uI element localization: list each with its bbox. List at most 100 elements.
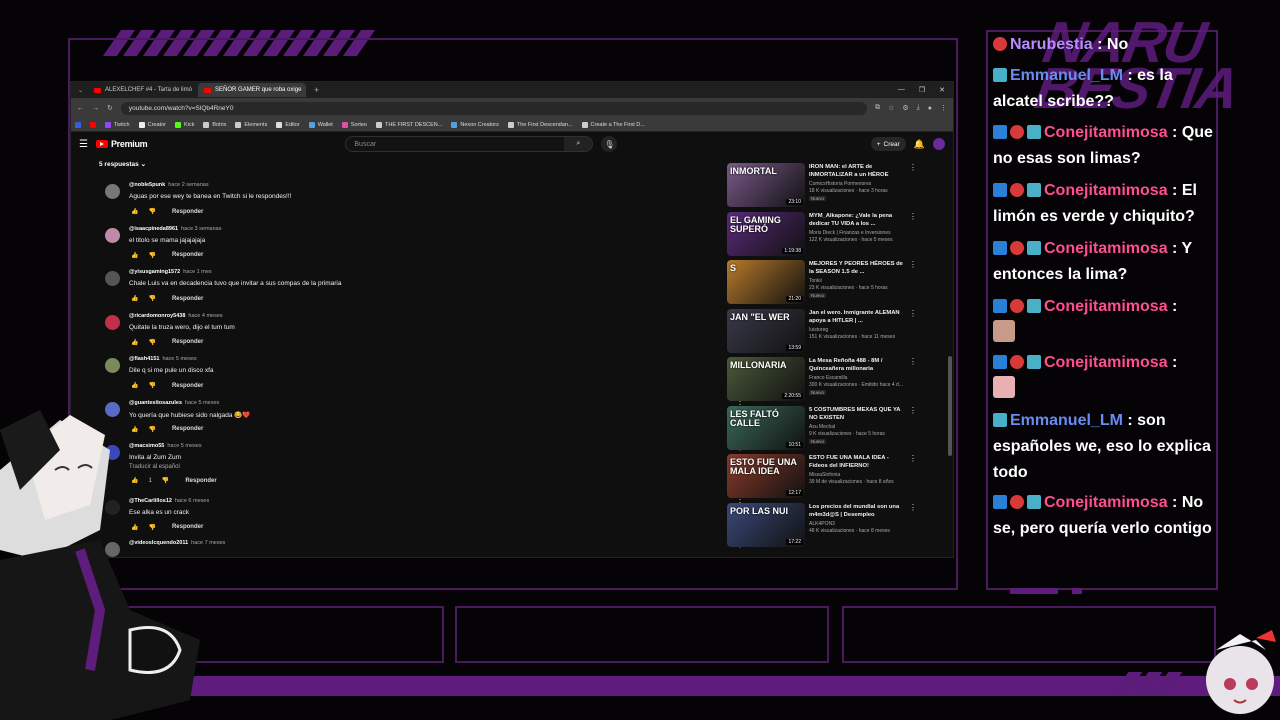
video-title[interactable]: MYM_Alkapone: ¿Vale la pena dedicar TU V…	[809, 212, 905, 228]
thumbs-down-icon[interactable]: 👎	[148, 295, 155, 302]
bookmark-item[interactable]: Creator	[138, 121, 166, 128]
thumbs-down-icon[interactable]: 👎	[148, 382, 155, 389]
bookmark-item[interactable]: Twitch	[105, 121, 130, 128]
thumbs-up-icon[interactable]: 👍	[131, 208, 138, 215]
avatar[interactable]	[105, 314, 120, 330]
channel-name[interactable]: Asu Mechal	[809, 424, 835, 430]
comment-username[interactable]: @noble5punk	[129, 182, 165, 188]
chat-username[interactable]: Narubestia	[1010, 36, 1093, 53]
video-thumbnail[interactable]: LES FALTÓ CALLE 10:51	[727, 405, 805, 450]
bookmark-item[interactable]: Wallet	[308, 121, 333, 128]
video-menu-icon[interactable]: ⋮	[909, 357, 917, 366]
bookmark-item[interactable]: The First Descendan...	[507, 121, 573, 128]
video-menu-icon[interactable]: ⋮	[909, 309, 917, 318]
tab-alexelchef[interactable]: ALEXELCHEF #4 - Tarta de limó ×	[88, 83, 196, 97]
video-thumbnail[interactable]: POR LAS NUI 17:22	[727, 502, 805, 547]
channel-name[interactable]: Iuistoreg	[809, 327, 828, 333]
chat-username[interactable]: Emmanuel_LM	[1010, 67, 1123, 84]
avatar[interactable]	[105, 227, 120, 243]
extensions-icon[interactable]: ⚙	[902, 104, 908, 112]
comment-username[interactable]: @guantesitosazules	[129, 400, 182, 406]
video-thumbnail[interactable]: ESTO FUE UNA MALA IDEA 12:17	[727, 454, 805, 498]
recommended-video[interactable]: JAN "EL WER 13:59 Jan el wero. Inmigrante …	[727, 308, 917, 353]
video-menu-icon[interactable]: ⋮	[909, 163, 917, 172]
bookmark-item[interactable]: Create a The First D...	[581, 121, 645, 128]
video-menu-icon[interactable]: ⋮	[909, 406, 917, 415]
channel-name[interactable]: Moris Dieck | Finanzas e Inversiones	[809, 230, 891, 236]
new-tab-icon[interactable]: +	[308, 85, 325, 95]
comment-time[interactable]: hace 1 mes	[183, 269, 211, 275]
minimize-icon[interactable]: —	[898, 86, 905, 94]
comment-username[interactable]: @flash4151	[129, 356, 159, 362]
maximize-icon[interactable]: ❐	[919, 86, 925, 94]
comment-username[interactable]: @ricardomonroy5438	[129, 313, 185, 319]
video-title[interactable]: IRON MAN: el ARTE de INMORTALIZAR a un H…	[809, 163, 905, 179]
thumbs-down-icon[interactable]: 👎	[148, 252, 155, 259]
user-avatar[interactable]	[933, 138, 945, 150]
chat-username[interactable]: Conejitamimosa	[1044, 182, 1168, 199]
thumbs-up-icon[interactable]: 👍	[131, 339, 138, 346]
channel-name[interactable]: ComicsHistoria Pormenores	[809, 181, 871, 187]
menu-kebab-icon[interactable]: ⋮	[940, 104, 947, 112]
comment-username[interactable]: @isaacpineda8961	[129, 226, 178, 232]
recommended-video[interactable]: EL GAMING SUPERÓ 1:19:38 MYM_Alkapone: ¿Va…	[727, 211, 917, 256]
video-thumbnail[interactable]: MILLONARIA 2:20:55	[727, 357, 805, 401]
channel-name[interactable]: MissaSinfonia	[809, 472, 840, 478]
bookmark-item[interactable]: Kick	[174, 121, 194, 128]
back-icon[interactable]: ←	[77, 105, 84, 112]
comment-time[interactable]: hace 2 semanas	[168, 182, 208, 188]
youtube-logo[interactable]: Premium	[95, 139, 148, 149]
avatar[interactable]	[105, 271, 120, 286]
thumbs-up-icon[interactable]: 👍	[131, 295, 138, 302]
recommended-video[interactable]: POR LAS NUI 17:22 Los precios del mundial …	[727, 502, 917, 547]
video-thumbnail[interactable]: JAN "EL WER 13:59	[727, 308, 805, 353]
profile-icon[interactable]: ●	[928, 105, 932, 112]
search-bar[interactable]: Buscar ⌕	[345, 136, 594, 152]
close-tab-icon[interactable]: ×	[305, 87, 306, 93]
bookmark-item[interactable]: Elements	[235, 121, 267, 128]
video-menu-icon[interactable]: ⋮	[909, 503, 917, 512]
page-scrollbar[interactable]	[948, 356, 952, 456]
search-icon[interactable]: ⌕	[564, 137, 593, 151]
recommended-video[interactable]: LES FALTÓ CALLE 10:51 5 COSTUMBRES MEXAS Q…	[727, 405, 917, 450]
channel-name[interactable]: Tonkii	[809, 278, 822, 284]
create-button[interactable]: + Crear	[870, 137, 906, 151]
comment-time[interactable]: hace 3 semanas	[181, 226, 221, 232]
video-title[interactable]: MEJORES Y PEORES HÉROES de la SEASON 1.5…	[809, 260, 905, 276]
download-icon[interactable]: ⤓	[917, 104, 920, 112]
avatar[interactable]	[105, 184, 120, 199]
url-field[interactable]: youtube.com/watch?v=SlQb4RneY0	[120, 101, 868, 115]
bookmark-item[interactable]: Editor	[276, 121, 300, 128]
bookmark-item[interactable]: Nexon Creators	[451, 121, 499, 128]
reply-button[interactable]: Responder	[172, 339, 203, 345]
microphone-icon[interactable]: 🎙	[601, 136, 618, 152]
video-thumbnail[interactable]: S 21:20	[727, 260, 805, 304]
chat-username[interactable]: Conejitamimosa	[1044, 354, 1168, 371]
reply-button[interactable]: Responder	[172, 252, 203, 258]
reply-button[interactable]: Responder	[172, 383, 203, 389]
video-thumbnail[interactable]: INMORTAL 23:10	[727, 163, 805, 207]
recommended-video[interactable]: INMORTAL 23:10 IRON MAN: el ARTE de INMORT…	[727, 163, 917, 207]
bookmark-facebook-icon[interactable]	[75, 121, 81, 128]
hamburger-menu-icon[interactable]: ☰	[79, 139, 88, 150]
video-title[interactable]: 5 COSTUMBRES MEXAS QUE YA NO EXISTEN	[809, 406, 905, 422]
video-menu-icon[interactable]: ⋮	[909, 260, 917, 269]
thumbs-up-icon[interactable]: 👍	[131, 382, 138, 389]
chat-username[interactable]: Conejitamimosa	[1044, 240, 1168, 257]
replies-toggle[interactable]: 5 respuestas ⌄	[99, 160, 146, 168]
video-menu-icon[interactable]: ⋮	[909, 212, 917, 221]
chat-username[interactable]: Conejitamimosa	[1044, 124, 1168, 141]
video-title[interactable]: Los precios del mundial son una m4m3d@S …	[809, 503, 905, 519]
reload-icon[interactable]: ↻	[107, 104, 113, 112]
thumbs-down-icon[interactable]: 👎	[148, 339, 155, 346]
tab-senor-gamer[interactable]: SEÑOR GAMER que roba oxige ×	[198, 83, 307, 97]
avatar[interactable]	[105, 358, 120, 373]
thumbs-up-icon[interactable]: 👍	[131, 252, 138, 259]
bookmark-item[interactable]: Sorteo	[341, 121, 367, 128]
reply-button[interactable]: Responder	[172, 209, 203, 215]
chat-username[interactable]: Conejitamimosa	[1044, 494, 1168, 511]
comment-username[interactable]: @yisusgaming1572	[129, 269, 180, 275]
recommended-video[interactable]: S 21:20 MEJORES Y PEORES HÉROES de la SEAS…	[727, 260, 917, 304]
comment-time[interactable]: hace 4 meses	[188, 313, 222, 319]
bookmark-youtube-icon[interactable]	[90, 121, 96, 128]
